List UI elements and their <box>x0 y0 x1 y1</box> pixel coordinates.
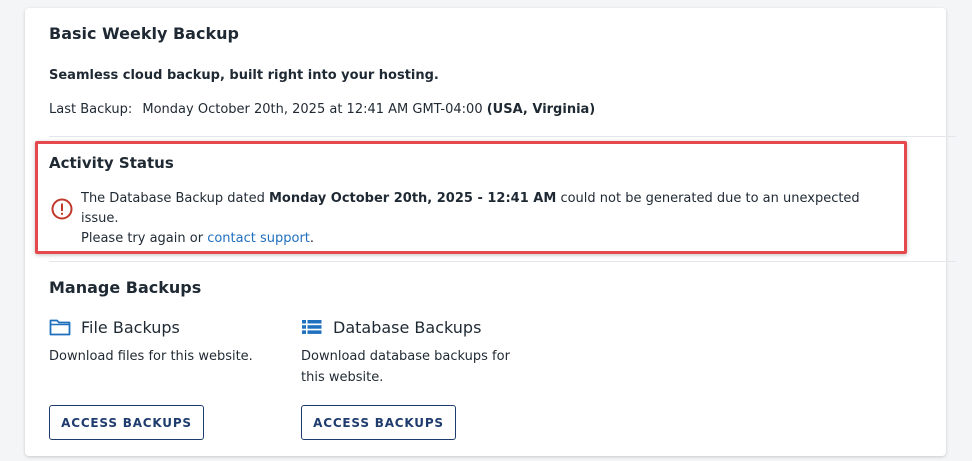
database-backups-label: Database Backups <box>333 317 482 337</box>
backup-card: Basic Weekly Backup Seamless cloud backu… <box>25 8 956 456</box>
retry-suffix: . <box>309 231 315 246</box>
activity-status-title: Activity Status <box>49 154 174 172</box>
database-backups-section: Database Backups Download database backu… <box>301 316 531 440</box>
file-backups-header: File Backups <box>49 316 279 338</box>
tagline: Seamless cloud backup, built right into … <box>49 68 439 83</box>
page-title: Basic Weekly Backup <box>49 24 239 43</box>
contact-support-link[interactable]: contact support <box>207 231 310 246</box>
message-prefix: The Database Backup dated <box>81 191 265 206</box>
manage-backups-title: Manage Backups <box>49 278 202 297</box>
last-backup-value: Monday October 20th, 2025 at 12:41 AM GM… <box>142 102 483 117</box>
retry-prefix: Please try again or <box>81 231 204 246</box>
divider <box>49 136 956 137</box>
message-date: Monday October 20th, 2025 - 12:41 AM <box>268 191 557 206</box>
last-backup-region: (USA, Virginia) <box>486 102 596 117</box>
divider <box>49 261 956 262</box>
activity-message: The Database Backup dated Monday October… <box>81 189 901 249</box>
file-backups-description: Download files for this website. <box>49 349 253 364</box>
folder-icon <box>49 319 71 336</box>
access-database-backups-button[interactable]: ACCESS BACKUPS <box>301 405 456 440</box>
file-backups-section: File Backups Download files for this web… <box>49 316 279 440</box>
file-backups-label: File Backups <box>81 317 180 337</box>
database-list-icon <box>302 320 322 334</box>
error-circle-icon <box>51 198 73 220</box>
last-backup-label: Last Backup: <box>49 102 133 117</box>
access-file-backups-button[interactable]: ACCESS BACKUPS <box>49 405 204 440</box>
database-backups-description: Download database backups for this websi… <box>301 349 510 385</box>
last-backup-info: Last Backup: Monday October 20th, 2025 a… <box>49 102 595 117</box>
database-backups-header: Database Backups <box>301 316 531 338</box>
